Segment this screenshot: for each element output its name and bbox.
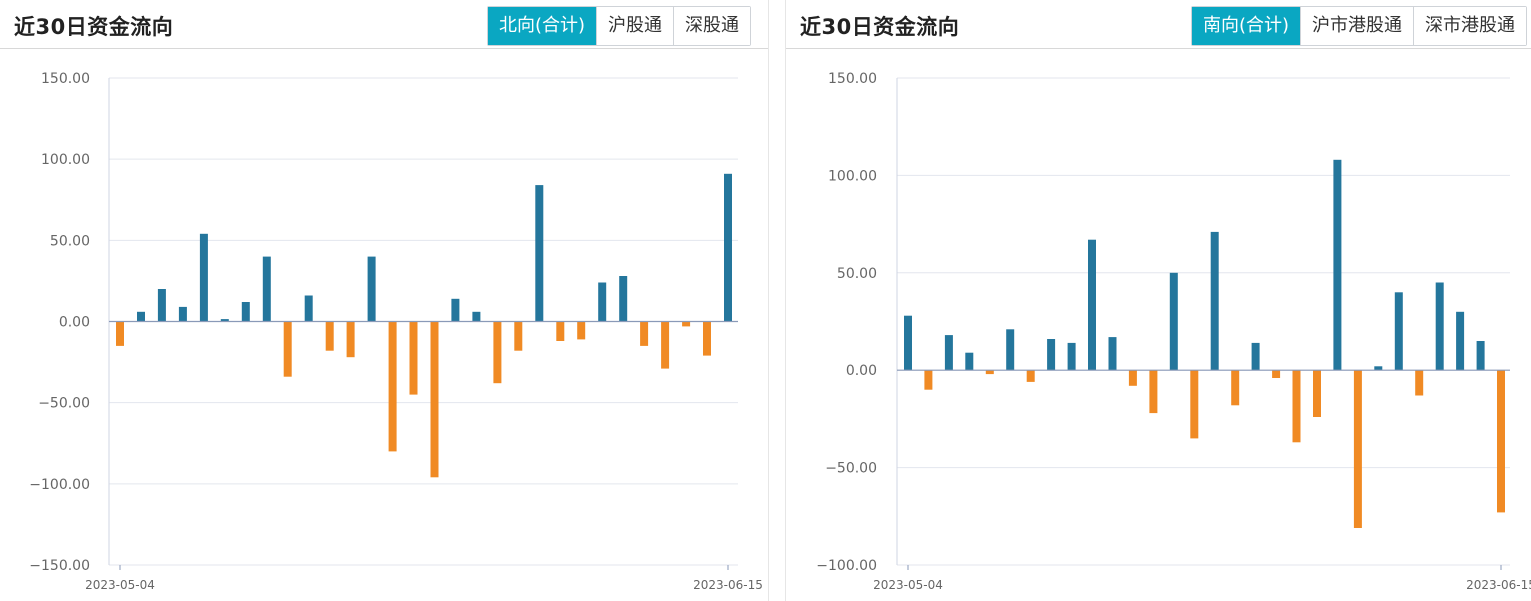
y-tick-label: −150.00 (29, 558, 90, 574)
bar (598, 282, 607, 322)
bar (1497, 370, 1505, 513)
bar (1231, 370, 1240, 406)
bar (346, 321, 355, 358)
bar (367, 256, 376, 322)
bar (1476, 341, 1485, 371)
bar (1088, 239, 1096, 371)
bar (514, 321, 523, 351)
bar (661, 321, 670, 369)
y-tick-label: 0.00 (846, 363, 877, 379)
bar (703, 321, 711, 356)
tab-group: 南向(合计) 沪市港股通 深市港股通 (1190, 6, 1527, 46)
bar (1251, 342, 1260, 371)
bar (157, 289, 166, 322)
southbound-panel: 近30日资金流向 南向(合计) 沪市港股通 深市港股通 150.00 100.00… (786, 0, 1531, 601)
bar (1415, 370, 1424, 396)
bar (241, 302, 250, 322)
y-tick-label: 50.00 (50, 233, 90, 249)
bar (262, 256, 271, 322)
panel-header: 近30日资金流向 南向(合计) 沪市港股通 深市港股通 (786, 0, 1531, 49)
x-start-label: 2023-05-04 (873, 578, 943, 592)
bar (1026, 370, 1035, 382)
bar (724, 173, 732, 322)
bar (430, 321, 439, 478)
northbound-bar-chart: 150.00 100.00 50.00 0.00 −50.00 −100.00 −150.0… (29, 71, 763, 592)
bar (409, 321, 418, 395)
panel-title: 近30日资金流向 (800, 15, 960, 39)
bar (640, 321, 649, 346)
bar (1108, 337, 1117, 371)
bar (1210, 231, 1219, 371)
bar (1456, 311, 1465, 371)
panel-title: 近30日资金流向 (14, 15, 174, 39)
bar (1067, 342, 1076, 371)
y-tick-label: 50.00 (837, 266, 877, 282)
bar (1333, 159, 1342, 371)
y-tick-label: −50.00 (825, 461, 877, 477)
bar (965, 352, 974, 371)
bar (1006, 329, 1015, 371)
tab-group: 北向(合计) 沪股通 深股通 (486, 6, 751, 46)
bar (116, 321, 124, 346)
bar (493, 321, 502, 384)
panel-header: 近30日资金流向 北向(合计) 沪股通 深股通 (0, 0, 768, 49)
bar (944, 335, 953, 371)
x-end-label: 2023-06-15 (1466, 578, 1531, 592)
bar (1353, 370, 1362, 528)
bar (472, 311, 481, 322)
tab-shenzhen-connect[interactable]: 深股通 (673, 7, 750, 45)
bar (388, 321, 397, 452)
bar (1047, 339, 1056, 371)
bar (1272, 370, 1281, 378)
y-tick-label: −100.00 (29, 477, 90, 493)
tab-sz-hk-connect[interactable]: 深市港股通 (1413, 7, 1526, 45)
x-start-label: 2023-05-04 (85, 578, 155, 592)
y-tick-label: −100.00 (816, 558, 877, 574)
y-tick-label: 100.00 (41, 152, 90, 168)
bar (304, 295, 313, 322)
bar (325, 321, 334, 351)
bar (556, 321, 565, 341)
bar (924, 370, 933, 390)
x-end-label: 2023-06-15 (693, 578, 763, 592)
bar (137, 311, 145, 322)
bar (682, 321, 691, 327)
bar (1394, 292, 1403, 371)
southbound-bar-chart: 150.00 100.00 50.00 0.00 −50.00 −100.00 2023-0… (816, 71, 1531, 592)
bar (451, 298, 460, 322)
bar (1292, 370, 1301, 443)
y-tick-label: 100.00 (828, 168, 877, 184)
tab-northbound-total[interactable]: 北向(合计) (487, 7, 596, 45)
bar (1190, 370, 1199, 439)
y-tick-label: −50.00 (38, 396, 90, 412)
bar (577, 321, 586, 340)
northbound-panel: 近30日资金流向 北向(合计) 沪股通 深股通 150.00 100.00 50.0… (0, 0, 768, 601)
bar (199, 233, 208, 322)
bar (1169, 272, 1178, 371)
bar (1128, 370, 1137, 386)
tab-sh-hk-connect[interactable]: 沪市港股通 (1300, 7, 1413, 45)
y-tick-label: 150.00 (41, 71, 90, 87)
bar (283, 321, 292, 377)
bar (1435, 282, 1444, 371)
bar (619, 276, 628, 322)
panel-divider (768, 0, 769, 601)
y-tick-label: 0.00 (59, 315, 90, 331)
tab-shanghai-connect[interactable]: 沪股通 (596, 7, 673, 45)
tab-southbound-total[interactable]: 南向(合计) (1191, 7, 1300, 45)
bar (904, 315, 912, 371)
bar (178, 306, 187, 322)
bar (535, 185, 544, 322)
y-tick-label: 150.00 (828, 71, 877, 87)
bar (1149, 370, 1158, 414)
bar (1313, 370, 1321, 417)
